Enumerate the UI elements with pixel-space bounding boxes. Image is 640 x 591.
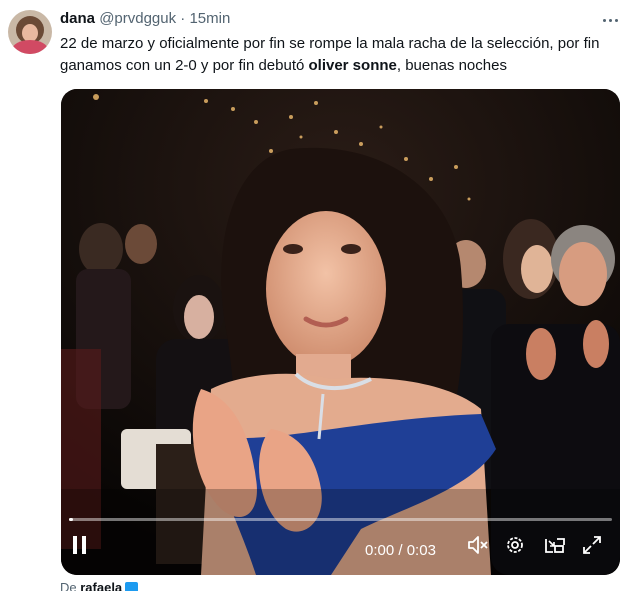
author-handle[interactable]: @prvdgguk [99, 10, 176, 27]
pip-icon[interactable] [544, 535, 572, 565]
tweet-header: dana @prvdgguk · 15min [60, 9, 230, 29]
avatar-shirt [12, 40, 48, 54]
current-time: 0:00 [365, 541, 395, 559]
fullscreen-icon[interactable] [582, 535, 610, 565]
duration: 0:03 [406, 541, 436, 559]
source-user[interactable]: rafaela [80, 580, 122, 591]
tweet-time[interactable]: 15min [189, 10, 230, 27]
tweet-text-bold: oliver sonne [308, 57, 397, 74]
tweet-text-part2: , buenas noches [396, 57, 507, 74]
time-separator: / [394, 541, 407, 559]
avatar[interactable] [8, 10, 52, 54]
mute-icon[interactable] [467, 535, 495, 565]
verified-icon [125, 582, 139, 591]
source-prefix: De [60, 580, 81, 591]
author-name[interactable]: dana [60, 10, 95, 27]
more-icon[interactable] [600, 10, 620, 30]
settings-icon[interactable] [505, 535, 533, 565]
video-frame [61, 89, 620, 575]
video-time: 0:00 / 0:03 [365, 535, 436, 565]
tweet-text: 22 de marzo y oficialmente por fin se ro… [60, 33, 620, 77]
video-progress-fill [69, 518, 74, 521]
pause-icon[interactable] [71, 535, 101, 565]
separator-dot: · [180, 10, 186, 27]
video-player[interactable]: 0:00 / 0:03 [61, 89, 620, 575]
video-progress-bar[interactable] [69, 518, 612, 521]
source-attribution: De rafaela [60, 580, 139, 591]
